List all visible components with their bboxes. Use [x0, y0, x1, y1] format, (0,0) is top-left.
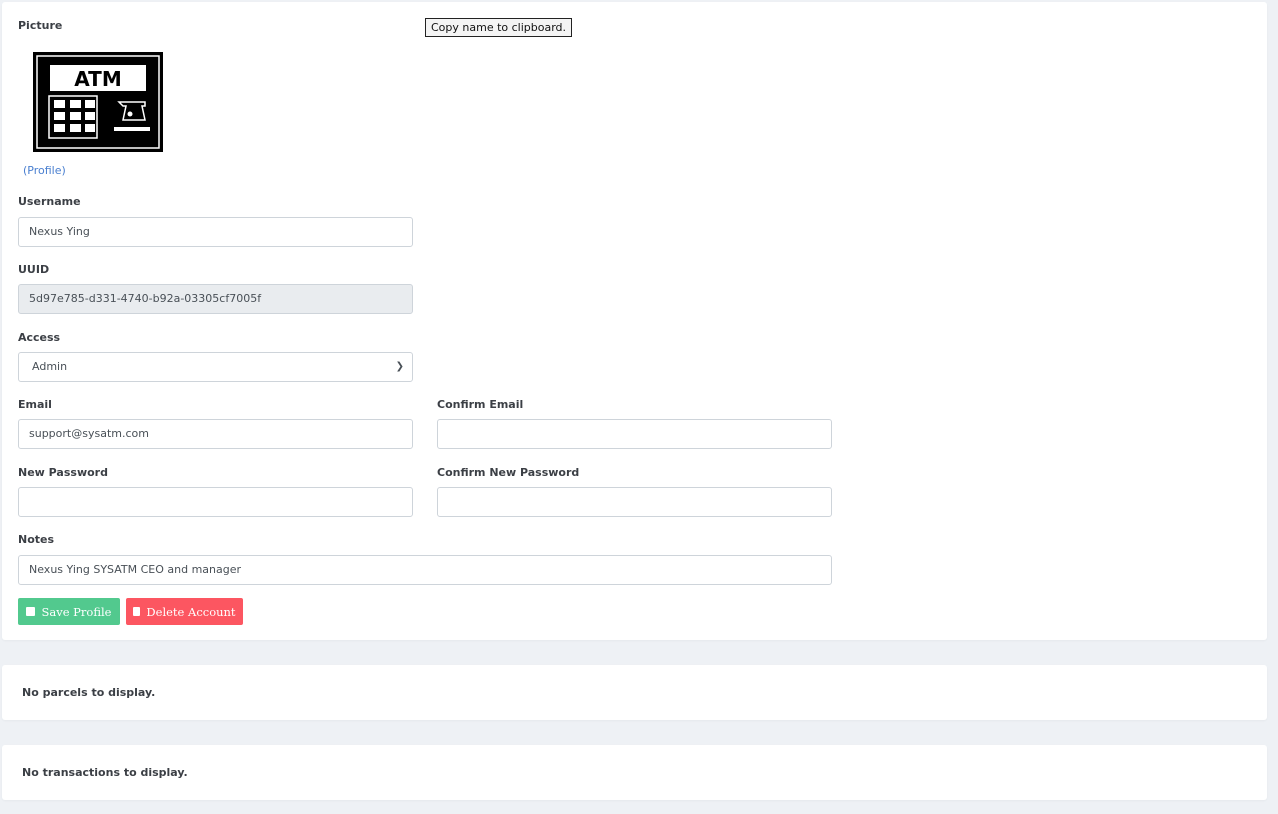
atm-picture: ATM	[33, 52, 163, 152]
confirm-email-label: Confirm Email	[437, 398, 524, 411]
notes-input[interactable]: Nexus Ying SYSATM CEO and manager	[18, 555, 832, 585]
notes-label: Notes	[18, 533, 55, 546]
picture-label: Picture	[18, 19, 63, 32]
transactions-card: No transactions to display.	[2, 745, 1267, 800]
new-password-label: New Password	[18, 466, 108, 479]
username-input[interactable]: Nexus Ying	[18, 217, 413, 247]
trash-icon	[133, 607, 141, 616]
confirm-password-input[interactable]	[437, 487, 832, 517]
delete-account-button[interactable]: Delete Account	[126, 598, 243, 625]
email-input[interactable]: support@sysatm.com	[18, 419, 413, 449]
copy-name-tooltip: Copy name to clipboard.	[425, 18, 573, 37]
uuid-label: UUID	[18, 263, 50, 276]
save-profile-button[interactable]: Save Profile	[18, 598, 120, 625]
access-label: Access	[18, 331, 61, 344]
parcels-message: No parcels to display.	[22, 686, 156, 699]
save-icon	[26, 607, 36, 616]
uuid-input: 5d97e785-d331-4740-b92a-03305cf7005f	[18, 284, 413, 314]
access-select[interactable]: Admin ❯	[18, 352, 413, 382]
parcels-card: No parcels to display.	[2, 665, 1267, 720]
access-value: Admin	[32, 360, 68, 373]
confirm-email-input[interactable]	[437, 419, 832, 449]
delete-account-label: Delete Account	[146, 604, 236, 619]
profile-link[interactable]: (Profile)	[23, 164, 66, 177]
transactions-message: No transactions to display.	[22, 766, 188, 779]
save-profile-label: Save Profile	[41, 604, 112, 619]
svg-text:ATM: ATM	[74, 67, 121, 91]
chevron-down-icon: ❯	[395, 361, 404, 372]
username-label: Username	[18, 195, 81, 208]
confirm-password-label: Confirm New Password	[437, 466, 580, 479]
email-label: Email	[18, 398, 52, 411]
new-password-input[interactable]	[18, 487, 413, 517]
profile-card	[2, 2, 1267, 640]
